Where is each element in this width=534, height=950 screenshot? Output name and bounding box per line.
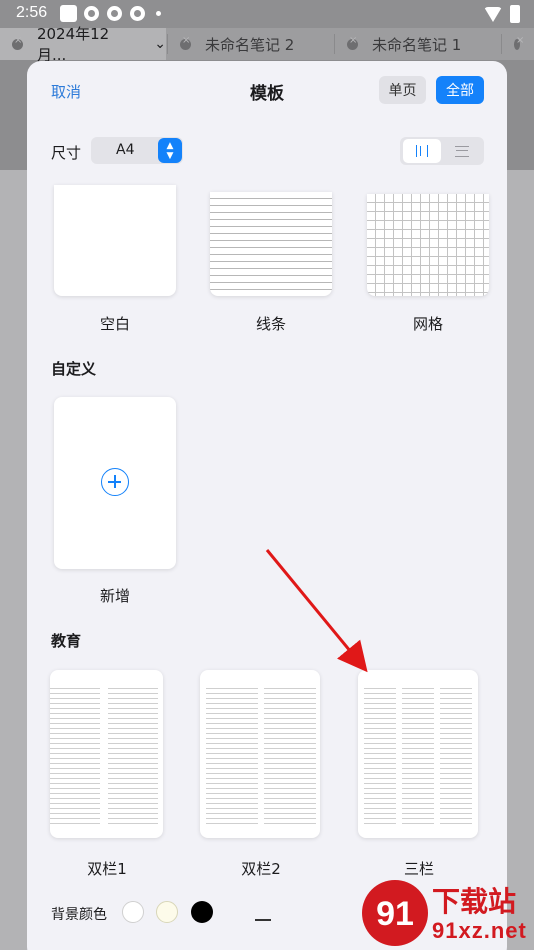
tab-label: 2024年12月... (36, 25, 110, 64)
template-label: 双栏2 (241, 860, 281, 878)
portrait-option[interactable] (403, 139, 441, 163)
tab-current-note[interactable]: 2024年12月... ⌄ (0, 25, 166, 64)
column-lines (206, 684, 258, 824)
watermark-url: 91xz.net (432, 918, 527, 943)
template-label: 线条 (255, 315, 286, 333)
column-lines (364, 684, 396, 824)
tab-untitled-note-1[interactable]: 未命名笔记 1 (335, 28, 501, 60)
template-label: 网格 (412, 315, 443, 333)
template-label: 双栏1 (87, 860, 127, 878)
close-tab-icon[interactable] (180, 35, 191, 50)
color-swatch-cream[interactable] (156, 901, 178, 923)
template-blank[interactable] (54, 185, 176, 296)
column-lines (440, 684, 472, 824)
section-title-education: 教育 (51, 632, 82, 650)
add-circle-icon (101, 468, 129, 496)
column-lines (264, 684, 316, 824)
landscape-option[interactable] (443, 139, 481, 163)
notification-app-icon (106, 5, 123, 22)
more-notifications-icon (156, 11, 161, 16)
template-two-column-1[interactable] (50, 670, 163, 838)
section-title-custom: 自定义 (51, 360, 97, 378)
color-swatch-white[interactable] (122, 901, 144, 923)
notification-app-icon (129, 5, 146, 22)
single-page-button[interactable]: 单页 (379, 76, 426, 104)
svg-text:91: 91 (376, 895, 414, 933)
column-lines (50, 684, 100, 824)
sheet-header: 取消 模板 单页 全部 (27, 61, 507, 119)
chevron-down-icon[interactable]: ⌄ (154, 36, 166, 52)
template-lines[interactable] (210, 192, 332, 296)
orientation-toggle (400, 137, 484, 165)
close-tab-icon[interactable] (347, 35, 358, 50)
watermark: 91 下载站 91xz.net (360, 878, 530, 948)
tab-label: 未命名笔记 2 (205, 35, 295, 54)
template-label: 三栏 (403, 860, 434, 878)
sheet-title: 模板 (250, 84, 284, 104)
landscape-icon (455, 145, 469, 157)
portrait-icon (416, 145, 428, 157)
wifi-icon (484, 6, 502, 22)
template-two-column-2[interactable] (200, 670, 320, 838)
size-label: 尺寸 (51, 144, 82, 162)
status-time: 2:56 (16, 4, 48, 21)
notification-app-icon (83, 5, 100, 22)
watermark-logo-icon: 91 (362, 880, 428, 946)
close-tab-icon[interactable] (12, 35, 23, 50)
background-color-label: 背景颜色 (51, 907, 107, 923)
chevron-up-down-icon[interactable]: ▲ ▼ (158, 138, 182, 163)
column-lines (108, 684, 158, 824)
line-weight-icon[interactable] (255, 919, 271, 921)
battery-icon (510, 5, 520, 23)
document-tab-bar: 2024年12月... ⌄ 未命名笔记 2 未命名笔记 1 (0, 25, 534, 64)
template-label: 空白 (99, 315, 130, 333)
color-swatch-black[interactable] (191, 901, 213, 923)
add-template-button[interactable] (54, 397, 176, 569)
all-pages-button[interactable]: 全部 (436, 76, 484, 104)
notification-square-icon (60, 5, 77, 22)
template-three-column[interactable] (358, 670, 478, 838)
template-label: 新增 (99, 587, 130, 605)
tab-label: 未命名笔记 1 (372, 35, 462, 54)
close-tab-icon[interactable] (514, 35, 524, 50)
notification-icons (60, 5, 161, 22)
template-grid[interactable] (367, 194, 489, 296)
column-lines (402, 684, 434, 824)
template-picker-sheet: 取消 模板 单页 全部 尺寸 A4 ▲▼ 空白 线条 网格 自定义 新增 教育 (27, 61, 507, 950)
paper-size-value: A4 (116, 142, 135, 158)
watermark-text: 下载站 (432, 886, 517, 917)
tab-untitled-note-2[interactable]: 未命名笔记 2 (168, 28, 334, 60)
paper-size-select[interactable]: A4 ▲ ▼ (91, 137, 183, 164)
tab-overflow[interactable] (502, 28, 534, 60)
size-row: 尺寸 A4 ▲ ▼ (27, 137, 507, 165)
